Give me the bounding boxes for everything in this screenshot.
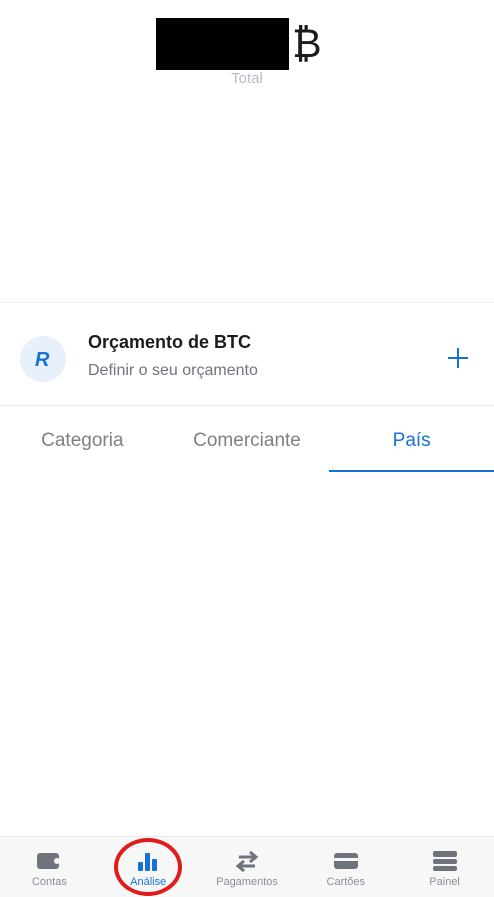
bar-chart-icon xyxy=(134,849,162,873)
card-icon xyxy=(332,849,360,873)
nav-analise[interactable]: Análise xyxy=(99,837,198,897)
tab-comerciante[interactable]: Comerciante xyxy=(165,414,330,472)
nav-label-painel: Painel xyxy=(429,876,460,888)
budget-row[interactable]: R Orçamento de BTC Definir o seu orçamen… xyxy=(0,304,494,404)
analysis-tabs: Categoria Comerciante País xyxy=(0,414,494,472)
nav-label-contas: Contas xyxy=(31,876,67,888)
menu-stack-icon xyxy=(431,849,459,873)
nav-painel[interactable]: Painel xyxy=(395,837,494,897)
plus-icon xyxy=(448,348,468,368)
nav-label-analise: Análise xyxy=(130,876,167,888)
total-balance-header: ₿ Total xyxy=(0,14,494,94)
wallet-icon xyxy=(35,849,63,873)
bottom-navigation: Contas Análise Pagamentos Cartões Painel xyxy=(0,836,494,897)
nav-label-pagamentos: Pagamentos xyxy=(216,876,278,888)
budget-title: Orçamento de BTC xyxy=(88,332,252,352)
total-label: Total xyxy=(231,70,263,87)
tab-pais[interactable]: País xyxy=(329,414,494,472)
tab-categoria[interactable]: Categoria xyxy=(0,414,165,472)
budget-subtitle: Definir o seu orçamento xyxy=(88,362,258,379)
nav-label-cartoes: Cartões xyxy=(326,876,366,888)
svg-text:R: R xyxy=(35,349,50,371)
nav-pagamentos[interactable]: Pagamentos xyxy=(198,837,297,897)
transfer-arrows-icon xyxy=(233,849,261,873)
nav-contas[interactable]: Contas xyxy=(0,837,99,897)
divider-top xyxy=(0,302,494,303)
revolut-logo-icon: R xyxy=(20,336,66,382)
nav-cartoes[interactable]: Cartões xyxy=(296,837,395,897)
redacted-balance xyxy=(156,18,289,70)
add-budget-button[interactable] xyxy=(438,338,478,378)
currency-symbol: ₿ xyxy=(292,22,322,66)
divider-bottom xyxy=(0,405,494,406)
